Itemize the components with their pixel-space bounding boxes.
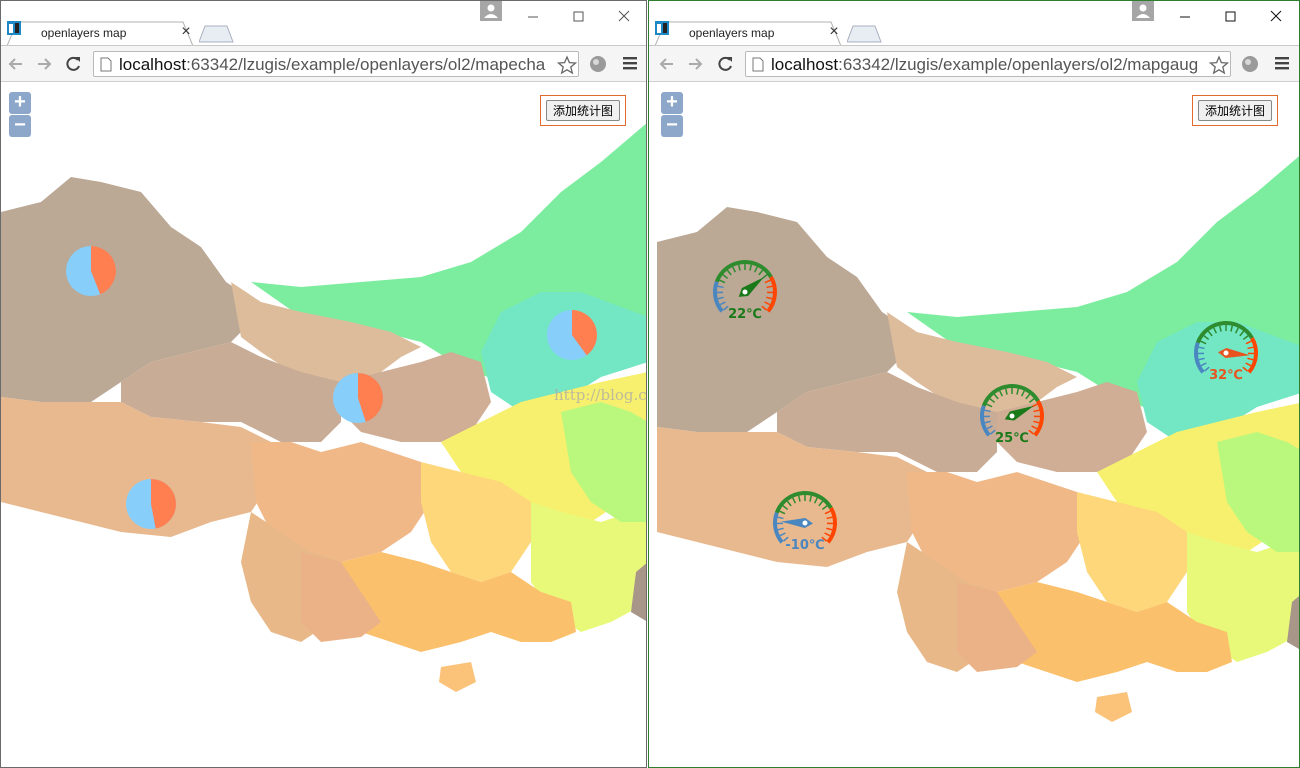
add-chart-button[interactable]: 添加统计图 xyxy=(1198,100,1273,121)
url-host: localhost xyxy=(119,55,187,74)
page-icon xyxy=(752,57,764,72)
browser-window-right: openlayers map × localhost:63342/lzugis/… xyxy=(648,0,1300,768)
zoom-in-button[interactable]: + xyxy=(661,92,683,114)
tab-title: openlayers map xyxy=(41,26,127,40)
page-icon xyxy=(100,57,112,72)
zoom-in-button[interactable]: + xyxy=(9,92,31,114)
gauge-label: -10℃ xyxy=(785,538,824,553)
star-icon[interactable] xyxy=(1209,55,1229,75)
watermark: http://blog.csdn.net/ xyxy=(554,386,646,404)
back-icon[interactable] xyxy=(6,54,26,74)
new-tab-icon[interactable] xyxy=(199,25,235,43)
minimize-icon[interactable] xyxy=(510,3,556,27)
menu-icon[interactable] xyxy=(1274,55,1290,71)
add-chart-highlight: 添加统计图 xyxy=(1192,95,1279,126)
url-path: :63342/lzugis/example/openlayers/ol2/map… xyxy=(838,55,1199,74)
reload-icon[interactable] xyxy=(715,54,735,74)
back-icon[interactable] xyxy=(657,54,677,74)
gauge-pivot xyxy=(802,520,808,526)
extension-icon[interactable] xyxy=(588,54,608,74)
new-tab-icon[interactable] xyxy=(847,25,883,43)
gauge-label: 25℃ xyxy=(995,431,1029,446)
pie-2[interactable] xyxy=(547,310,597,360)
profile-icon[interactable] xyxy=(1132,1,1154,21)
map-view[interactable]: + − 添加统计图 http://blog.csdn.net/ xyxy=(1,82,646,767)
gauge-pivot xyxy=(742,289,748,295)
browser-window-left: openlayers map × localhost:63342/lzugis/… xyxy=(0,0,647,768)
menu-icon[interactable] xyxy=(622,55,638,71)
address-bar[interactable]: localhost:63342/lzugis/example/openlayer… xyxy=(745,51,1231,77)
favicon-icon xyxy=(655,21,669,35)
title-bar: openlayers map × xyxy=(649,1,1299,46)
extension-icon[interactable] xyxy=(1240,54,1260,74)
title-bar: openlayers map × xyxy=(1,1,647,46)
close-icon[interactable]: × xyxy=(827,23,841,41)
forward-icon[interactable] xyxy=(34,54,54,74)
map-base-layer xyxy=(1,122,646,692)
toolbar: localhost:63342/lzugis/example/openlayer… xyxy=(649,45,1299,82)
browser-tab[interactable]: openlayers map × xyxy=(655,21,843,46)
toolbar: localhost:63342/lzugis/example/openlayer… xyxy=(1,45,646,82)
reload-icon[interactable] xyxy=(63,54,83,74)
pie-4[interactable] xyxy=(126,479,177,529)
gauge-pivot xyxy=(1009,413,1015,419)
gauge-label: 32℃ xyxy=(1209,368,1243,383)
zoom-out-button[interactable]: − xyxy=(9,115,31,137)
maximize-icon[interactable] xyxy=(1208,3,1254,27)
url-path: :63342/lzugis/example/openlayers/ol2/map… xyxy=(186,55,546,74)
gauge-pivot xyxy=(1223,350,1229,356)
maximize-icon[interactable] xyxy=(556,3,602,27)
url-host: localhost xyxy=(771,55,839,74)
window-close-icon[interactable] xyxy=(1253,3,1299,27)
address-bar[interactable]: localhost:63342/lzugis/example/openlayer… xyxy=(93,51,579,77)
browser-tab[interactable]: openlayers map × xyxy=(7,21,195,46)
gauge-label: 22℃ xyxy=(728,307,762,322)
add-chart-highlight: 添加统计图 xyxy=(540,95,627,126)
profile-icon[interactable] xyxy=(480,1,502,21)
map-base-layer: 22℃ 25℃ 32℃ -10℃ xyxy=(657,152,1299,722)
window-close-icon[interactable] xyxy=(601,3,647,27)
zoom-control: + − xyxy=(661,92,683,138)
zoom-out-button[interactable]: − xyxy=(661,115,683,137)
add-chart-button[interactable]: 添加统计图 xyxy=(546,100,621,121)
pie-3[interactable] xyxy=(333,373,383,423)
minimize-icon[interactable] xyxy=(1162,3,1208,27)
close-icon[interactable]: × xyxy=(179,23,193,41)
map-view[interactable]: 22℃ 25℃ 32℃ -10℃ + − 添加统计图 xyxy=(649,82,1299,767)
tab-title: openlayers map xyxy=(689,26,775,40)
forward-icon[interactable] xyxy=(685,54,705,74)
zoom-control: + − xyxy=(9,92,31,138)
star-icon[interactable] xyxy=(557,55,577,75)
favicon-icon xyxy=(7,21,21,35)
pie-1[interactable] xyxy=(66,246,117,296)
